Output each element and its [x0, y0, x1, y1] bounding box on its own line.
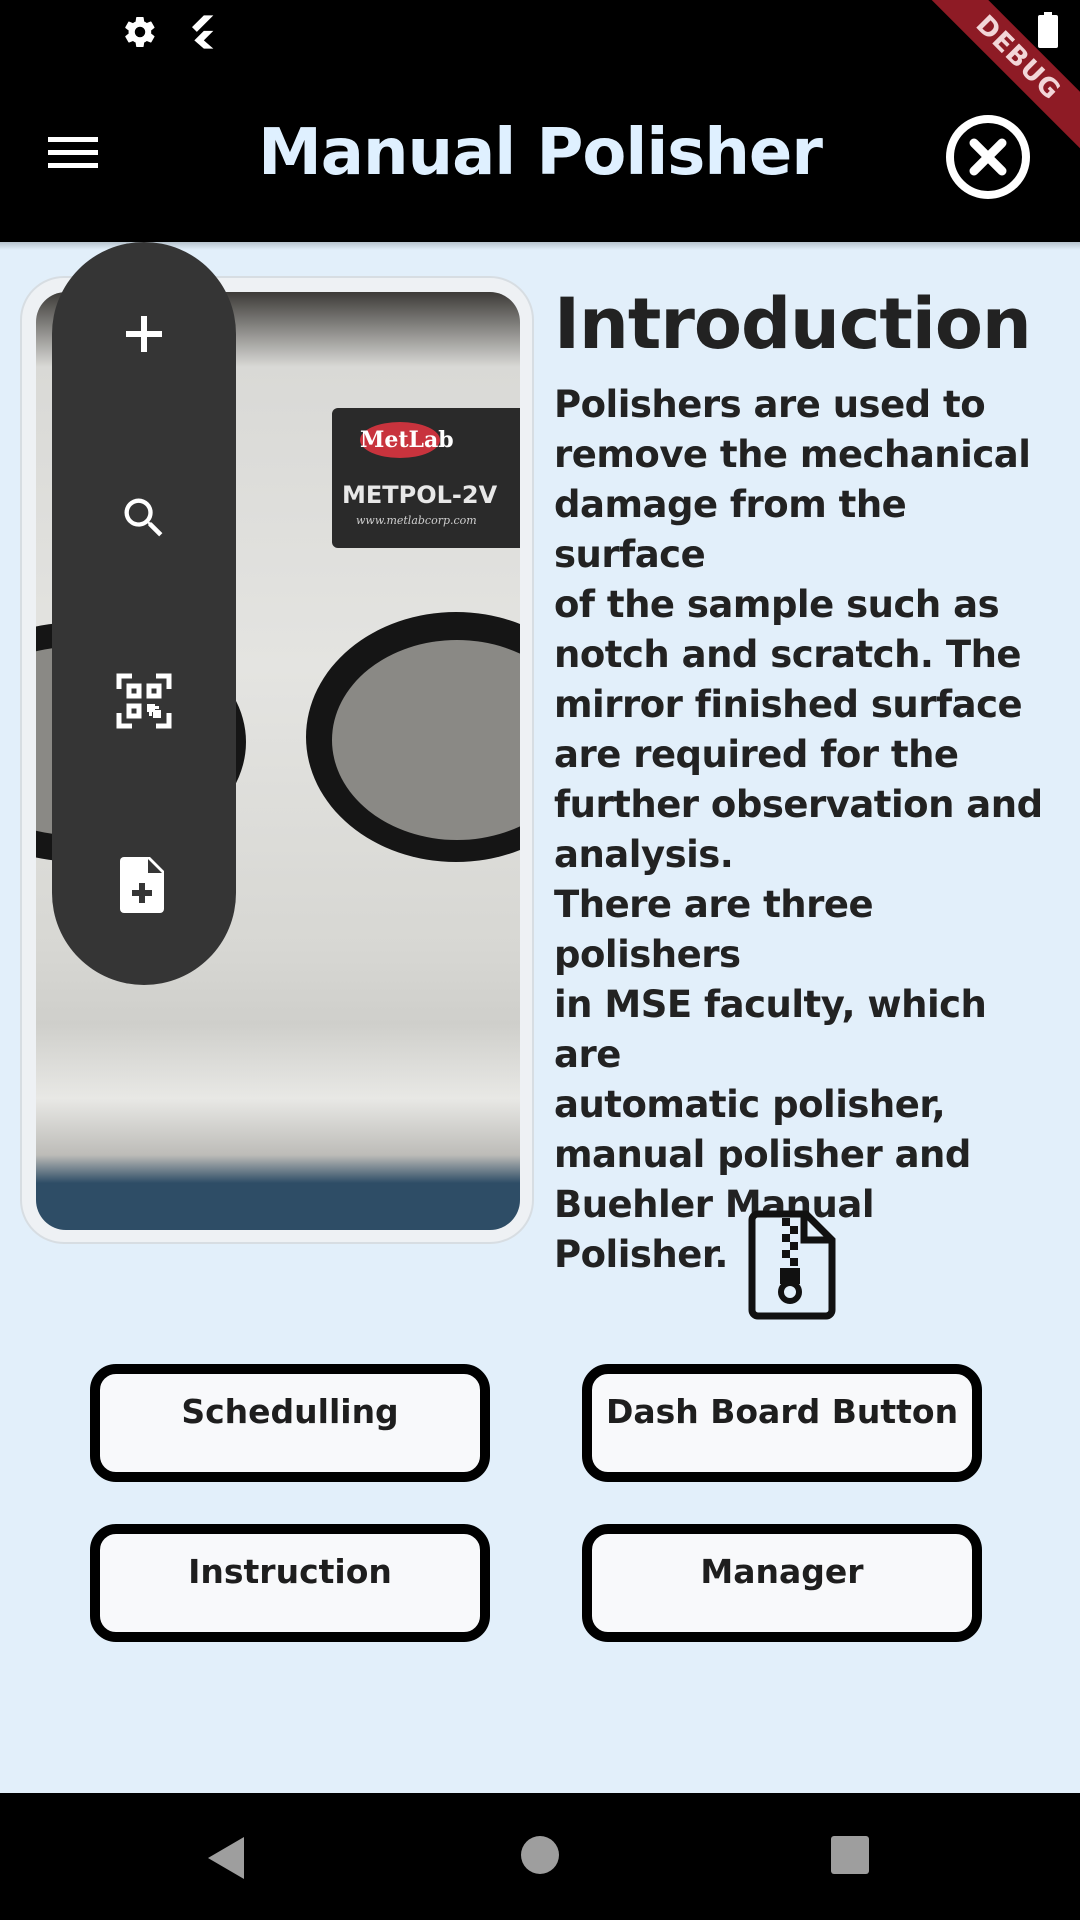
- home-circle-icon[interactable]: [520, 1835, 560, 1875]
- battery-icon: [1038, 12, 1058, 48]
- back-triangle-icon[interactable]: [204, 1835, 248, 1881]
- hamburger-menu-icon[interactable]: [38, 115, 108, 185]
- add-file-icon[interactable]: [52, 825, 236, 945]
- search-icon[interactable]: [52, 458, 236, 578]
- gear-icon: [122, 14, 158, 50]
- system-nav-bar: [0, 1793, 1080, 1920]
- recents-square-icon[interactable]: [830, 1835, 870, 1875]
- qr-scan-icon[interactable]: [52, 641, 236, 761]
- status-bar: [0, 0, 1080, 64]
- device-label-panel: MetLab METPOL-2V www.metlabcorp.com: [332, 408, 520, 548]
- dashboard-button[interactable]: Dash Board Button: [582, 1364, 982, 1482]
- polisher-bowl-right: [306, 612, 520, 862]
- manager-button[interactable]: Manager: [582, 1524, 982, 1642]
- intro-body: Polishers are used to remove the mechani…: [554, 383, 1043, 1276]
- metlab-logo: MetLab: [360, 422, 454, 458]
- zip-file-icon[interactable]: [748, 1210, 836, 1320]
- scheduling-button[interactable]: Schedulling: [90, 1364, 490, 1482]
- plus-icon[interactable]: [52, 274, 236, 394]
- device-url: www.metlabcorp.com: [356, 514, 477, 527]
- flutter-icon: [180, 12, 220, 52]
- instruction-button[interactable]: Instruction: [90, 1524, 490, 1642]
- intro-heading: Introduction: [554, 283, 1032, 365]
- device-model: METPOL-2V: [342, 481, 498, 509]
- close-circle-icon[interactable]: [945, 114, 1031, 200]
- page-title: Manual Polisher: [258, 116, 823, 190]
